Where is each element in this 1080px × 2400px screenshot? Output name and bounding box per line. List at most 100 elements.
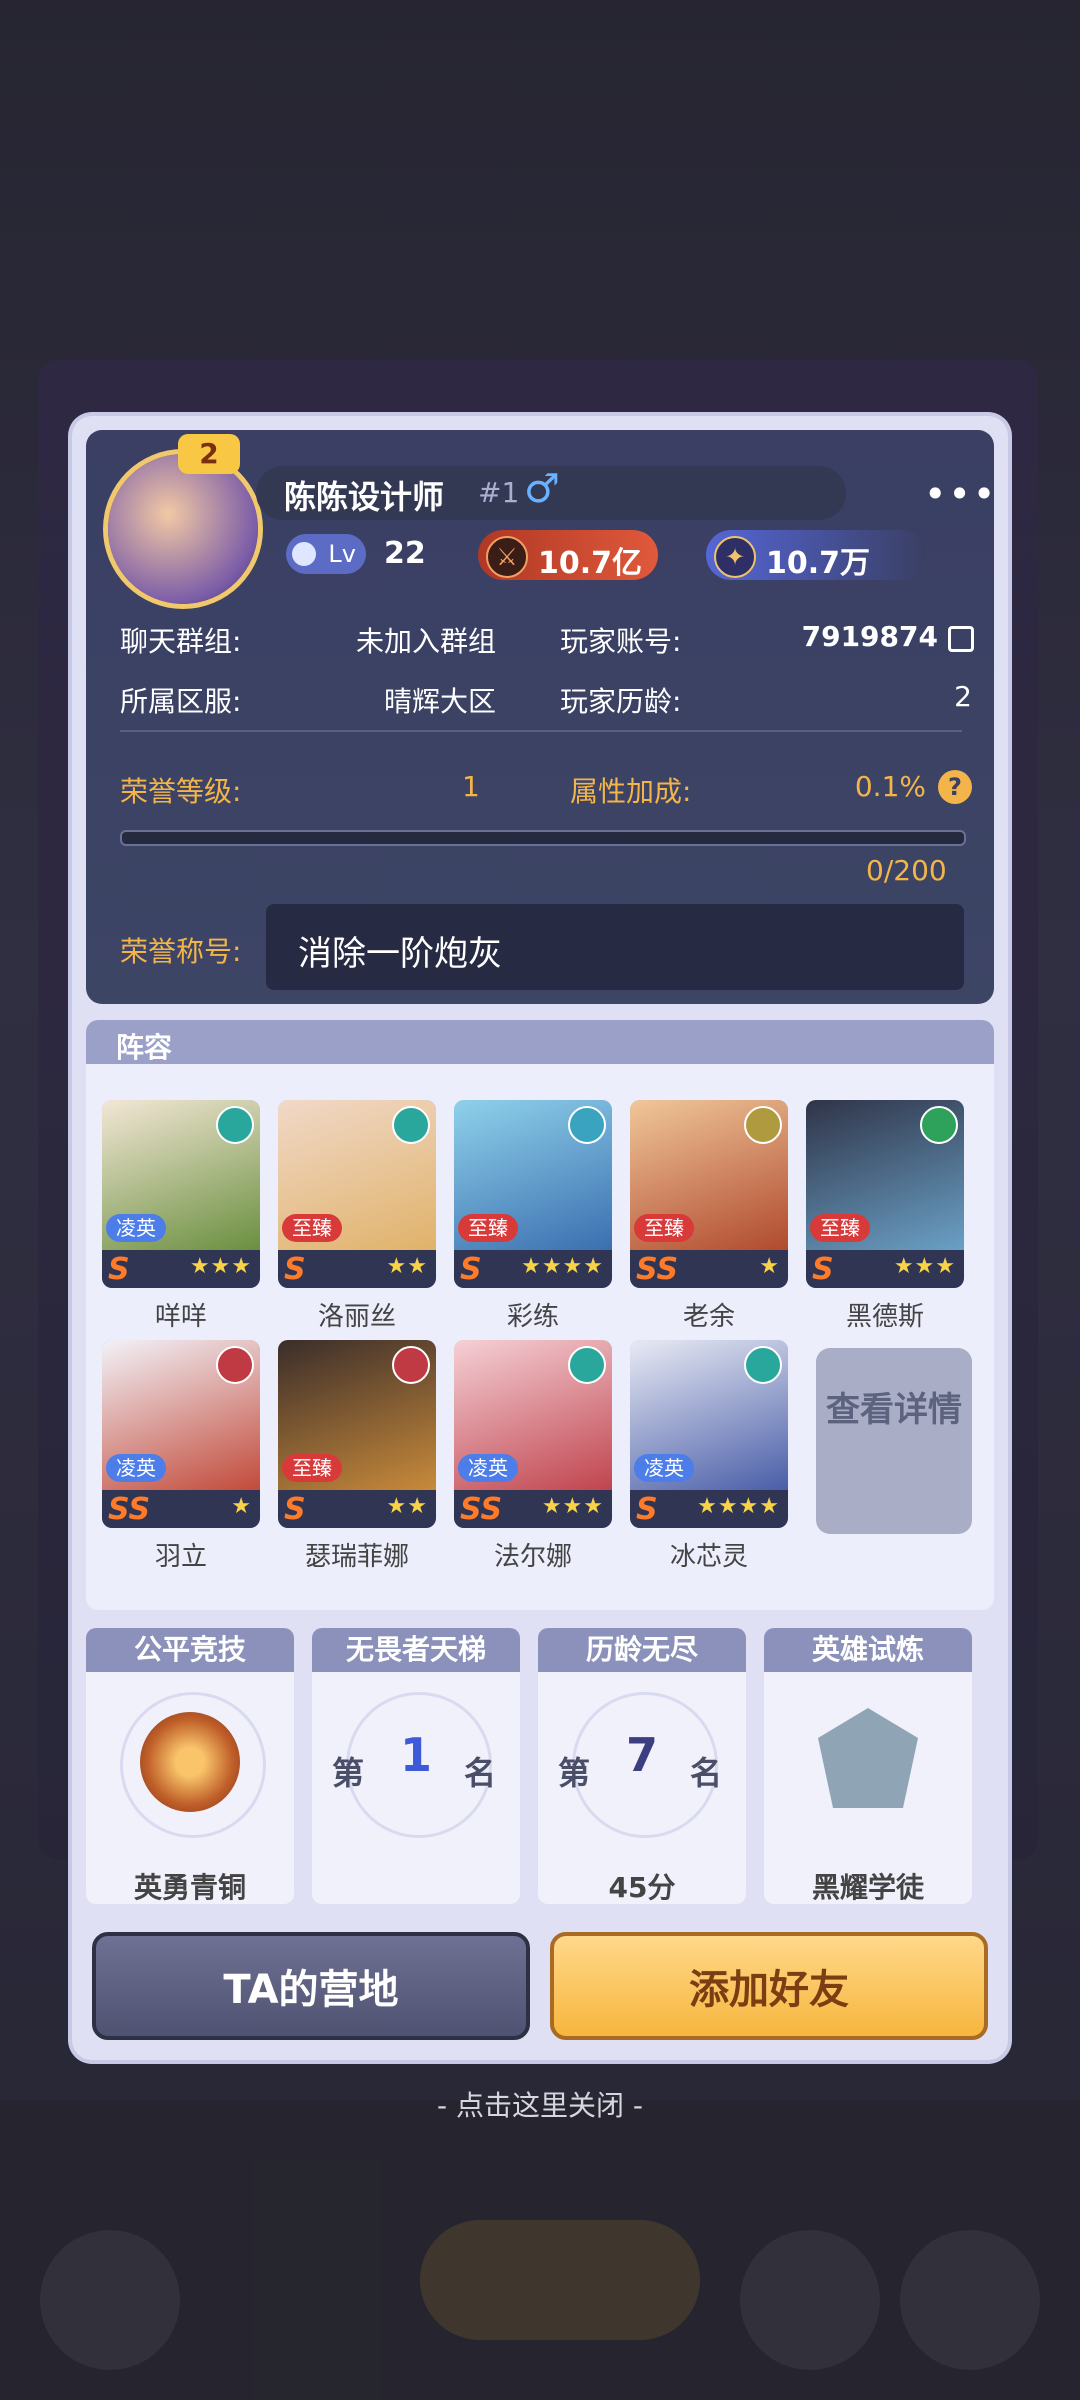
honor-title-box[interactable]: 消除一阶炮灰: [266, 904, 964, 990]
hero-rank-icon: S: [108, 1252, 130, 1287]
rank-card-title: 公平竞技: [86, 1628, 294, 1672]
hero-stars: ★★★★: [521, 1254, 604, 1279]
copy-icon[interactable]: [948, 626, 974, 652]
view-details-label: 查看详情: [826, 1390, 962, 1430]
element-icon: [568, 1106, 606, 1144]
hero-card[interactable]: 至臻 S ★★★★: [454, 1100, 612, 1288]
element-icon: [216, 1346, 254, 1384]
honor-progress-text: 0/200: [866, 854, 947, 887]
view-camp-button[interactable]: TA的营地: [92, 1932, 530, 2040]
avatar-badge: 2: [178, 434, 240, 474]
hero-rank-icon: SS: [636, 1252, 679, 1287]
hero-stars: ★★: [386, 1254, 428, 1279]
element-icon: [744, 1106, 782, 1144]
hero-name: 彩练: [506, 1302, 559, 1332]
bronze-medal-icon: [140, 1712, 240, 1812]
hero-quality-tag: 至臻: [810, 1214, 870, 1242]
hero-rank-icon: S: [812, 1252, 834, 1287]
hero-stars: ★★★: [189, 1254, 252, 1279]
rank-card-hero-trial[interactable]: 英雄试炼 黑耀学徒: [764, 1628, 972, 1904]
rank-suffix: 名: [690, 1754, 723, 1792]
hero-stars: ★★★: [541, 1494, 604, 1519]
element-icon: [920, 1106, 958, 1144]
hero-name: 羽立: [154, 1542, 207, 1572]
hero-rank-icon: S: [284, 1252, 306, 1287]
hero-stars: ★★★★: [697, 1494, 780, 1519]
rank-card-endless[interactable]: 历龄无尽 第 7 名 45分: [538, 1628, 746, 1904]
player-age-label: 玩家历龄:: [560, 685, 682, 718]
honor-title-label: 荣誉称号:: [120, 935, 242, 968]
hero-card[interactable]: 至臻 SS ★: [630, 1100, 788, 1288]
hero-name: 黑德斯: [845, 1302, 924, 1332]
hero-card[interactable]: 至臻 S ★★: [278, 1340, 436, 1528]
help-icon[interactable]: ?: [938, 770, 972, 804]
points-value: 10.7万: [766, 546, 871, 581]
hero-card[interactable]: 凌英 S ★★★★: [630, 1340, 788, 1528]
hero-card[interactable]: 凌英 SS ★★★: [454, 1340, 612, 1528]
player-age-value: 2: [954, 680, 972, 713]
hero-name: 老余: [682, 1302, 735, 1332]
rank-card-title: 历龄无尽: [538, 1628, 746, 1672]
points-stat: ✦ 10.7万: [706, 530, 926, 581]
element-icon: [392, 1106, 430, 1144]
hero-stars: ★★: [386, 1494, 428, 1519]
rank-card-fearless-ladder[interactable]: 无畏者天梯 第 1 名: [312, 1628, 520, 1904]
hero-quality-tag: 凌英: [634, 1454, 694, 1482]
hero-stars: ★★★: [893, 1254, 956, 1279]
rank-suffix: 名: [464, 1754, 497, 1792]
view-details-button[interactable]: 查看详情: [816, 1348, 972, 1534]
lineup-title: 阵容: [116, 1031, 173, 1064]
hero-name: 咩咩: [154, 1302, 207, 1332]
hero-card[interactable]: 至臻 S ★★: [278, 1100, 436, 1288]
rank-card-title: 英雄试炼: [764, 1628, 972, 1672]
hero-name: 法尔娜: [493, 1542, 572, 1572]
honor-progress-bar: [120, 830, 966, 846]
element-icon: [216, 1106, 254, 1144]
rank-card-footer: 英勇青铜: [133, 1871, 246, 1904]
honor-level-label: 荣誉等级:: [120, 775, 242, 808]
hero-rank-icon: SS: [108, 1492, 151, 1527]
level-badge: Lv: [286, 534, 366, 574]
hero-card[interactable]: 至臻 S ★★★: [806, 1100, 964, 1288]
hero-rank-icon: S: [460, 1252, 482, 1287]
attribute-bonus-value: 0.1%: [854, 770, 926, 803]
server-label: 所属区服:: [120, 685, 242, 718]
hero-quality-tag: 凌英: [106, 1454, 166, 1482]
hero-card[interactable]: 凌英 S ★★★: [102, 1100, 260, 1288]
chat-group-value: 未加入群组: [355, 625, 496, 658]
power-value: 10.7亿: [538, 546, 643, 581]
player-profile-dialog: 2 陈陈设计师 #1 ♂ ••• Lv 22 ⚔ 10.7亿 ✦ 10.7万 聊…: [72, 416, 1008, 2060]
player-rank: #1: [478, 476, 520, 509]
element-icon: [744, 1346, 782, 1384]
attribute-bonus-label: 属性加成:: [570, 775, 692, 808]
crown-emblem-icon: [818, 1708, 918, 1808]
close-hint[interactable]: - 点击这里关闭 -: [0, 2084, 1080, 2124]
rank-card-footer: 45分: [608, 1871, 676, 1904]
divider: [120, 730, 962, 732]
hero-quality-tag: 凌英: [458, 1454, 518, 1482]
rank-card-footer: 黑耀学徒: [811, 1871, 924, 1904]
hero-name: 洛丽丝: [317, 1302, 396, 1332]
hero-rank-icon: S: [636, 1492, 658, 1527]
hero-name: 冰芯灵: [669, 1542, 748, 1572]
account-label: 玩家账号:: [560, 625, 682, 658]
hero-rank-icon: SS: [460, 1492, 503, 1527]
rank-card-fair-arena[interactable]: 公平竞技 英勇青铜: [86, 1628, 294, 1904]
server-value: 晴辉大区: [383, 685, 496, 718]
hero-quality-tag: 至臻: [282, 1214, 342, 1242]
hero-card[interactable]: 凌英 SS ★: [102, 1340, 260, 1528]
hero-stars: ★: [759, 1254, 780, 1279]
hero-quality-tag: 至臻: [634, 1214, 694, 1242]
hero-rank-icon: S: [284, 1492, 306, 1527]
hero-quality-tag: 凌英: [106, 1214, 166, 1242]
element-icon: [568, 1346, 606, 1384]
avatar[interactable]: [108, 454, 258, 604]
add-friend-button[interactable]: 添加好友: [550, 1932, 988, 2040]
hero-stars: ★: [231, 1494, 252, 1519]
hero-quality-tag: 至臻: [282, 1454, 342, 1482]
more-options-icon[interactable]: •••: [924, 472, 997, 516]
player-name: 陈陈设计师: [284, 478, 445, 516]
hero-quality-tag: 至臻: [458, 1214, 518, 1242]
honor-title-value: 消除一阶炮灰: [298, 934, 502, 974]
honor-level-value: 1: [462, 770, 480, 803]
